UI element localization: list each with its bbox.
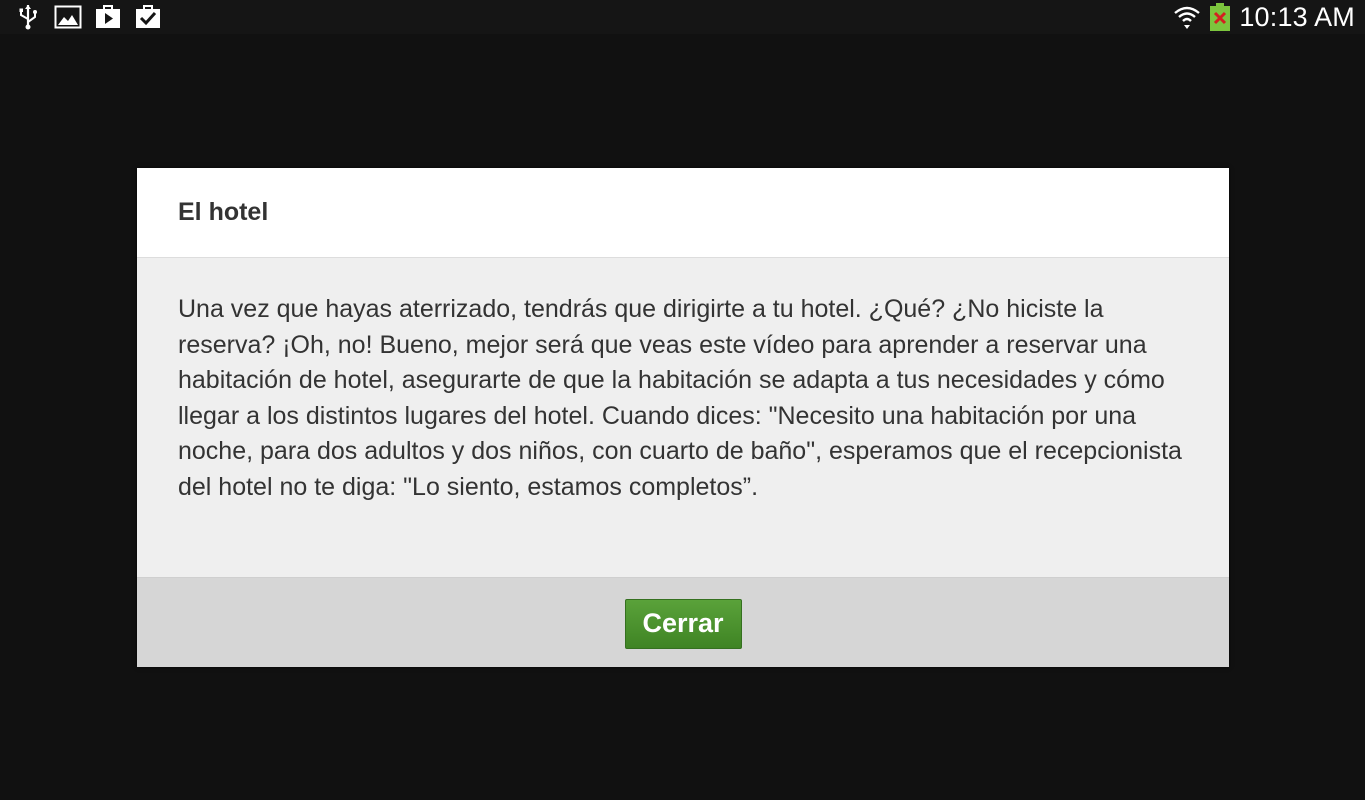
notification-icons	[14, 4, 174, 30]
status-bar: 10:13 AM	[0, 0, 1365, 34]
task-check-icon	[134, 4, 162, 30]
dialog-message: Una vez que hayas aterrizado, tendrás qu…	[178, 295, 1182, 501]
play-store-icon	[94, 4, 122, 30]
dialog-header: El hotel	[137, 168, 1229, 258]
system-status: 10:13 AM	[1173, 2, 1355, 33]
battery-icon	[1209, 3, 1231, 31]
clock: 10:13 AM	[1239, 1, 1355, 32]
usb-icon	[14, 4, 42, 30]
dialog-title: El hotel	[178, 198, 269, 226]
close-button[interactable]: Cerrar	[624, 598, 742, 649]
dialog-footer: Cerrar	[137, 577, 1229, 667]
info-dialog: El hotel Una vez que hayas aterrizado, t…	[137, 168, 1229, 667]
dialog-body: Una vez que hayas aterrizado, tendrás qu…	[137, 258, 1229, 577]
wifi-icon	[1173, 3, 1201, 31]
image-notification-icon	[54, 4, 82, 30]
